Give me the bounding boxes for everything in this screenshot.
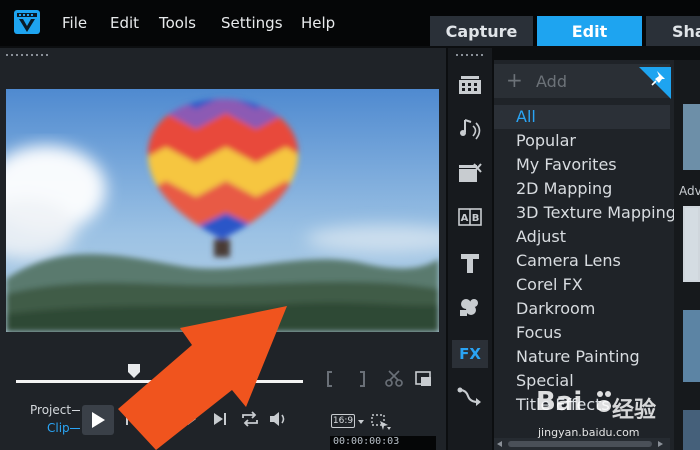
transition-icon[interactable]: A B	[456, 204, 484, 230]
menu-help[interactable]: Help	[301, 14, 335, 32]
category-item-camera-lens[interactable]: Camera Lens	[516, 251, 621, 270]
video-preview[interactable]	[6, 89, 439, 332]
watermark-url: jingyan.baidu.com	[538, 426, 640, 439]
pin-panel-icon[interactable]	[639, 67, 671, 99]
filter-thumbnail-caption: Adv	[679, 184, 700, 198]
category-item-darkroom[interactable]: Darkroom	[516, 299, 595, 318]
category-item-popular[interactable]: Popular	[516, 131, 576, 150]
category-item-my-favorites[interactable]: My Favorites	[516, 155, 617, 174]
crop-select-icon[interactable]	[370, 413, 392, 431]
library-grip-icon[interactable]	[456, 53, 486, 57]
watermark-logo: Bai	[536, 387, 611, 417]
filter-thumbnail[interactable]	[683, 310, 700, 382]
aspect-ratio-dropdown-icon[interactable]	[358, 420, 364, 424]
filter-thumbnail[interactable]	[683, 410, 700, 450]
split-clip-icon[interactable]	[384, 370, 404, 388]
svg-text:B: B	[472, 213, 480, 224]
app-logo-icon	[14, 10, 40, 34]
category-item-all[interactable]: All	[516, 107, 536, 126]
category-list-scrollbar[interactable]	[494, 438, 670, 450]
aspect-ratio-button[interactable]: 16:9	[331, 414, 355, 428]
fx-label: FX	[459, 345, 481, 363]
category-item-3d-texture-mapping[interactable]: 3D Texture Mapping	[516, 203, 676, 222]
menu-tools[interactable]: Tools	[159, 14, 196, 32]
enlarge-preview-icon[interactable]	[414, 370, 434, 388]
instant-project-icon[interactable]	[456, 160, 484, 186]
category-item-2d-mapping[interactable]: 2D Mapping	[516, 179, 612, 198]
watermark-text: 经验	[612, 398, 657, 423]
scrubber-handle[interactable]	[128, 364, 140, 378]
aspect-ratio-label: 16:9	[332, 416, 354, 426]
menu-edit[interactable]: Edit	[110, 14, 139, 32]
mode-clip-line	[70, 428, 80, 429]
add-plus-icon[interactable]: +	[506, 70, 523, 90]
filter-thumbnail[interactable]	[683, 104, 700, 170]
scrubber-track[interactable]	[16, 380, 303, 383]
media-library-icon[interactable]	[456, 72, 484, 98]
skip-to-end-icon[interactable]	[212, 411, 228, 427]
skip-to-start-icon[interactable]	[124, 411, 140, 427]
audio-library-icon[interactable]	[456, 116, 484, 142]
add-category-button[interactable]: Add	[536, 72, 567, 91]
graphics-icon[interactable]	[456, 294, 484, 320]
category-item-focus[interactable]: Focus	[516, 323, 562, 342]
mark-in-out-icon[interactable]	[326, 370, 366, 388]
timecode-display[interactable]: 00:00:00:03	[330, 436, 436, 450]
filter-thumbnail-selected[interactable]	[683, 206, 700, 282]
play-button[interactable]	[82, 405, 114, 435]
menu-settings[interactable]: Settings	[221, 14, 283, 32]
play-icon	[92, 412, 105, 428]
svg-text:Bai: Bai	[536, 387, 582, 417]
scroll-right-icon[interactable]	[658, 441, 663, 447]
scroll-left-icon[interactable]	[497, 441, 502, 447]
category-item-corel-fx[interactable]: Corel FX	[516, 275, 583, 294]
panel-grip-icon[interactable]	[6, 53, 50, 57]
volume-icon[interactable]	[268, 410, 288, 428]
mode-project-label[interactable]: Project	[30, 403, 71, 417]
tab-share[interactable]: Sha	[646, 16, 700, 46]
repeat-icon[interactable]	[240, 410, 260, 428]
category-item-nature-painting[interactable]: Nature Painting	[516, 347, 640, 366]
category-list-scroll-thumb[interactable]	[508, 441, 652, 447]
category-item-adjust[interactable]: Adjust	[516, 227, 566, 246]
tab-capture[interactable]: Capture	[430, 16, 533, 46]
menu-file[interactable]: File	[62, 14, 87, 32]
path-motion-icon[interactable]	[456, 384, 484, 410]
title-text-icon[interactable]	[456, 250, 484, 276]
tab-edit[interactable]: Edit	[537, 16, 642, 46]
filter-fx-icon[interactable]: FX	[452, 340, 488, 368]
mode-project-line	[72, 410, 80, 411]
svg-text:A: A	[461, 213, 469, 224]
mode-clip-label[interactable]: Clip	[47, 421, 70, 435]
next-frame-icon[interactable]	[182, 411, 198, 427]
previous-frame-icon[interactable]	[154, 411, 170, 427]
